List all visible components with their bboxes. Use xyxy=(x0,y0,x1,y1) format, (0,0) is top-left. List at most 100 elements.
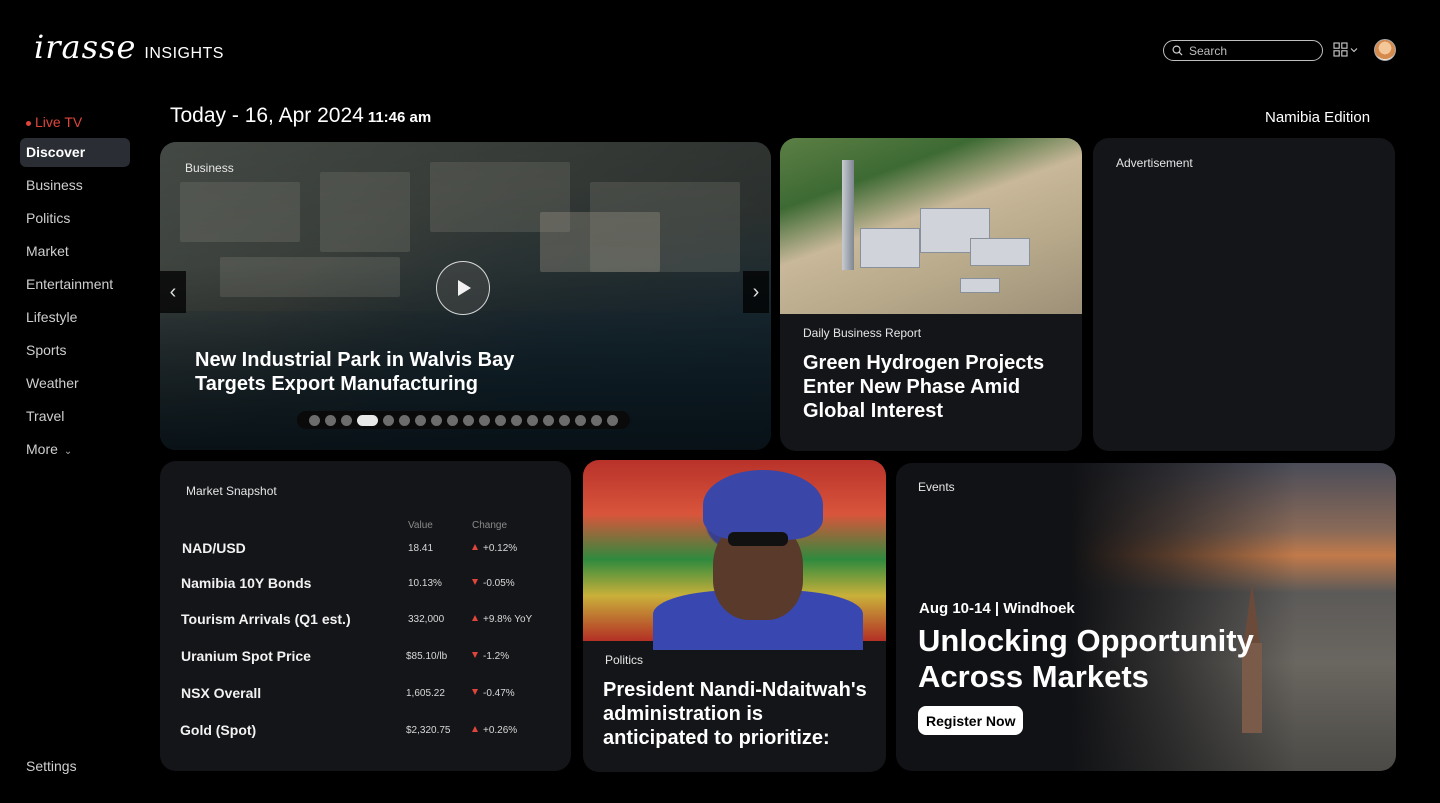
sidebar-item-label: Politics xyxy=(26,210,71,226)
market-item-value: 18.41 xyxy=(408,543,434,554)
market-item-name: Gold (Spot) xyxy=(180,722,257,738)
hero-category-tag: Business xyxy=(185,161,234,175)
market-item-value: 10.13% xyxy=(408,578,442,589)
sidebar-item-label: More xyxy=(26,441,58,457)
president-photo xyxy=(583,460,886,650)
sidebar-item-label: Business xyxy=(26,177,83,193)
building-detail xyxy=(860,228,920,268)
sidebar-item-label: Entertainment xyxy=(26,276,114,292)
play-button[interactable] xyxy=(436,261,490,315)
carousel-dot[interactable] xyxy=(383,414,394,426)
ad-label: Advertisement xyxy=(1116,156,1193,170)
building-detail xyxy=(970,238,1030,266)
market-item-change: +9.8% YoY xyxy=(472,614,532,625)
app-frame: irasse INSIGHTS Live TV Discover Busines… xyxy=(0,0,1440,803)
carousel-next-button[interactable]: › xyxy=(743,271,769,313)
sidebar-item-entertainment[interactable]: Entertainment xyxy=(20,270,130,299)
triangle-down-icon xyxy=(472,689,478,695)
sidebar-item-politics[interactable]: Politics xyxy=(20,204,130,233)
change-text: -1.2% xyxy=(483,651,510,662)
carousel-dot[interactable] xyxy=(399,414,410,426)
carousel-dot[interactable] xyxy=(479,414,490,426)
sidebar-item-business[interactable]: Business xyxy=(20,171,130,200)
market-row[interactable]: NSX Overall 1,605.22 -0.47% xyxy=(181,685,561,705)
carousel-dot[interactable] xyxy=(357,414,378,426)
carousel-dot[interactable] xyxy=(463,414,474,426)
market-item-change: -0.47% xyxy=(472,688,515,699)
triangle-down-icon xyxy=(472,579,478,585)
sidebar-item-lifestyle[interactable]: Lifestyle xyxy=(20,303,130,332)
carousel-dot[interactable] xyxy=(511,414,522,426)
carousel-dot[interactable] xyxy=(607,414,618,426)
logo-subtitle: INSIGHTS xyxy=(144,45,224,62)
carousel-dot[interactable] xyxy=(341,414,352,426)
logo[interactable]: irasse INSIGHTS xyxy=(34,28,224,66)
avatar[interactable] xyxy=(1374,39,1396,61)
sidebar-item-discover[interactable]: Discover xyxy=(20,138,130,167)
card-category-tag: Politics xyxy=(605,653,644,667)
market-row[interactable]: Uranium Spot Price $85.10/lb -1.2% xyxy=(181,648,561,668)
carousel-dot[interactable] xyxy=(591,414,602,426)
market-row[interactable]: NAD/USD 18.41 +0.12% xyxy=(182,540,562,560)
sidebar-item-label: Travel xyxy=(26,408,65,424)
advertisement-slot[interactable]: Advertisement xyxy=(1093,138,1395,451)
market-item-name: NAD/USD xyxy=(182,540,246,556)
card-headline[interactable]: Green Hydrogen Projects Enter New Phase … xyxy=(803,351,1073,423)
column-header-value: Value xyxy=(408,520,433,531)
carousel-dot[interactable] xyxy=(527,414,538,426)
card-headline[interactable]: President Nandi-Ndaitwah's administratio… xyxy=(603,678,873,750)
sidebar-item-weather[interactable]: Weather xyxy=(20,369,130,398)
change-text: -0.47% xyxy=(483,688,515,699)
sidebar-item-more[interactable]: More ⌄ xyxy=(20,435,130,464)
market-item-value: $85.10/lb xyxy=(406,651,448,662)
time-text: 11:46 am xyxy=(367,109,432,126)
carousel-dot[interactable] xyxy=(447,414,458,426)
carousel-dot[interactable] xyxy=(559,414,570,426)
events-card[interactable]: Events Aug 10-14 | Windhoek Unlocking Op… xyxy=(896,463,1396,771)
market-row[interactable]: Namibia 10Y Bonds 10.13% -0.05% xyxy=(181,575,561,595)
sidebar-item-label: Sports xyxy=(26,342,67,358)
market-item-change: -1.2% xyxy=(472,651,509,662)
hero-headline[interactable]: New Industrial Park in Walvis Bay Target… xyxy=(195,348,575,396)
card-category-tag: Daily Business Report xyxy=(803,326,922,340)
market-item-name: Uranium Spot Price xyxy=(181,648,311,664)
change-text: +0.26% xyxy=(483,725,518,736)
market-item-value: 1,605.22 xyxy=(406,688,445,699)
edition-selector[interactable]: Namibia Edition xyxy=(1265,109,1370,126)
carousel-prev-button[interactable]: ‹ xyxy=(160,271,186,313)
apps-menu-button[interactable] xyxy=(1333,42,1358,57)
sidebar-item-travel[interactable]: Travel xyxy=(20,402,130,431)
sidebar-item-label: Lifestyle xyxy=(26,309,78,325)
market-snapshot-card: Market Snapshot Value Change NAD/USD 18.4… xyxy=(160,461,571,771)
grid-icon xyxy=(1333,42,1348,57)
sidebar-item-market[interactable]: Market xyxy=(20,237,130,266)
carousel-dot[interactable] xyxy=(575,414,586,426)
sidebar-item-live-tv[interactable]: Live TV xyxy=(20,110,130,134)
play-icon xyxy=(458,280,471,296)
carousel-dot[interactable] xyxy=(543,414,554,426)
sidebar-item-sports[interactable]: Sports xyxy=(20,336,130,365)
sidebar: Live TV Discover Business Politics Marke… xyxy=(20,110,130,468)
triangle-up-icon xyxy=(472,615,478,621)
carousel-pagination xyxy=(297,411,630,429)
carousel-dot[interactable] xyxy=(431,414,442,426)
live-dot-icon xyxy=(26,120,31,126)
hydrogen-plant-image xyxy=(780,138,1082,314)
news-card-hydrogen[interactable]: Daily Business Report Green Hydrogen Pro… xyxy=(780,138,1082,451)
search-box[interactable] xyxy=(1163,40,1323,61)
market-item-name: Tourism Arrivals (Q1 est.) xyxy=(181,611,351,627)
market-item-value: 332,000 xyxy=(408,614,445,625)
search-input[interactable] xyxy=(1189,43,1309,58)
register-now-button[interactable]: Register Now xyxy=(918,706,1024,735)
market-row[interactable]: Gold (Spot) $2,320.75 +0.26% xyxy=(180,722,560,742)
market-row[interactable]: Tourism Arrivals (Q1 est.) 332,000 +9.8% Y… xyxy=(181,611,561,631)
change-text: +0.12% xyxy=(483,543,518,554)
hero-carousel[interactable]: Business ‹ › New Industrial Park in Walv… xyxy=(160,142,771,450)
carousel-dot[interactable] xyxy=(325,414,336,426)
change-text: +9.8% YoY xyxy=(483,614,533,625)
news-card-politics[interactable]: Politics President Nandi-Ndaitwah's admi… xyxy=(583,460,886,772)
carousel-dot[interactable] xyxy=(415,414,426,426)
sidebar-item-settings[interactable]: Settings xyxy=(26,758,77,774)
carousel-dot[interactable] xyxy=(495,414,506,426)
carousel-dot[interactable] xyxy=(309,414,320,426)
